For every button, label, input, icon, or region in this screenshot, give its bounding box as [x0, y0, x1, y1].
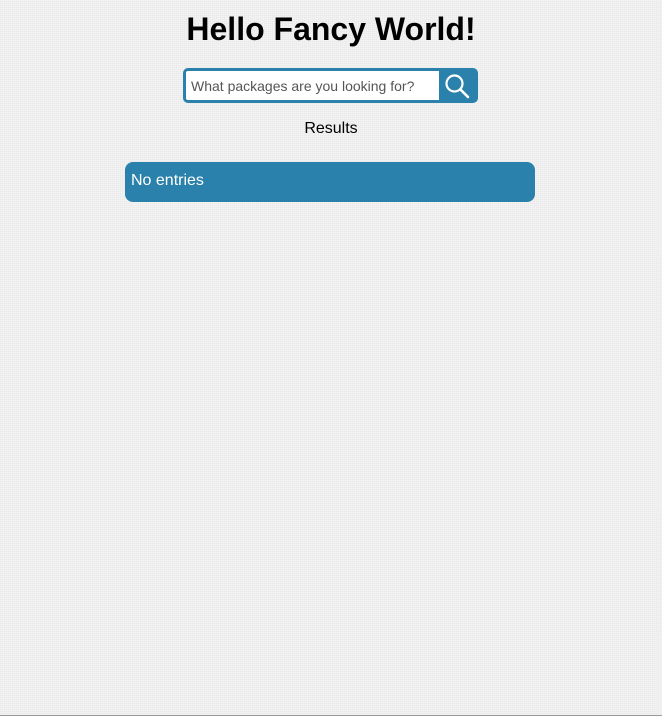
results-list: No entries [125, 162, 535, 202]
page: Hello Fancy World! Results No entries [0, 0, 662, 715]
search-bar [183, 68, 478, 103]
search-input[interactable] [186, 71, 439, 100]
search-icon [444, 73, 470, 99]
search-button[interactable] [439, 71, 475, 100]
page-title: Hello Fancy World! [186, 11, 476, 47]
results-heading: Results [304, 120, 358, 137]
empty-results-message: No entries [131, 172, 204, 189]
